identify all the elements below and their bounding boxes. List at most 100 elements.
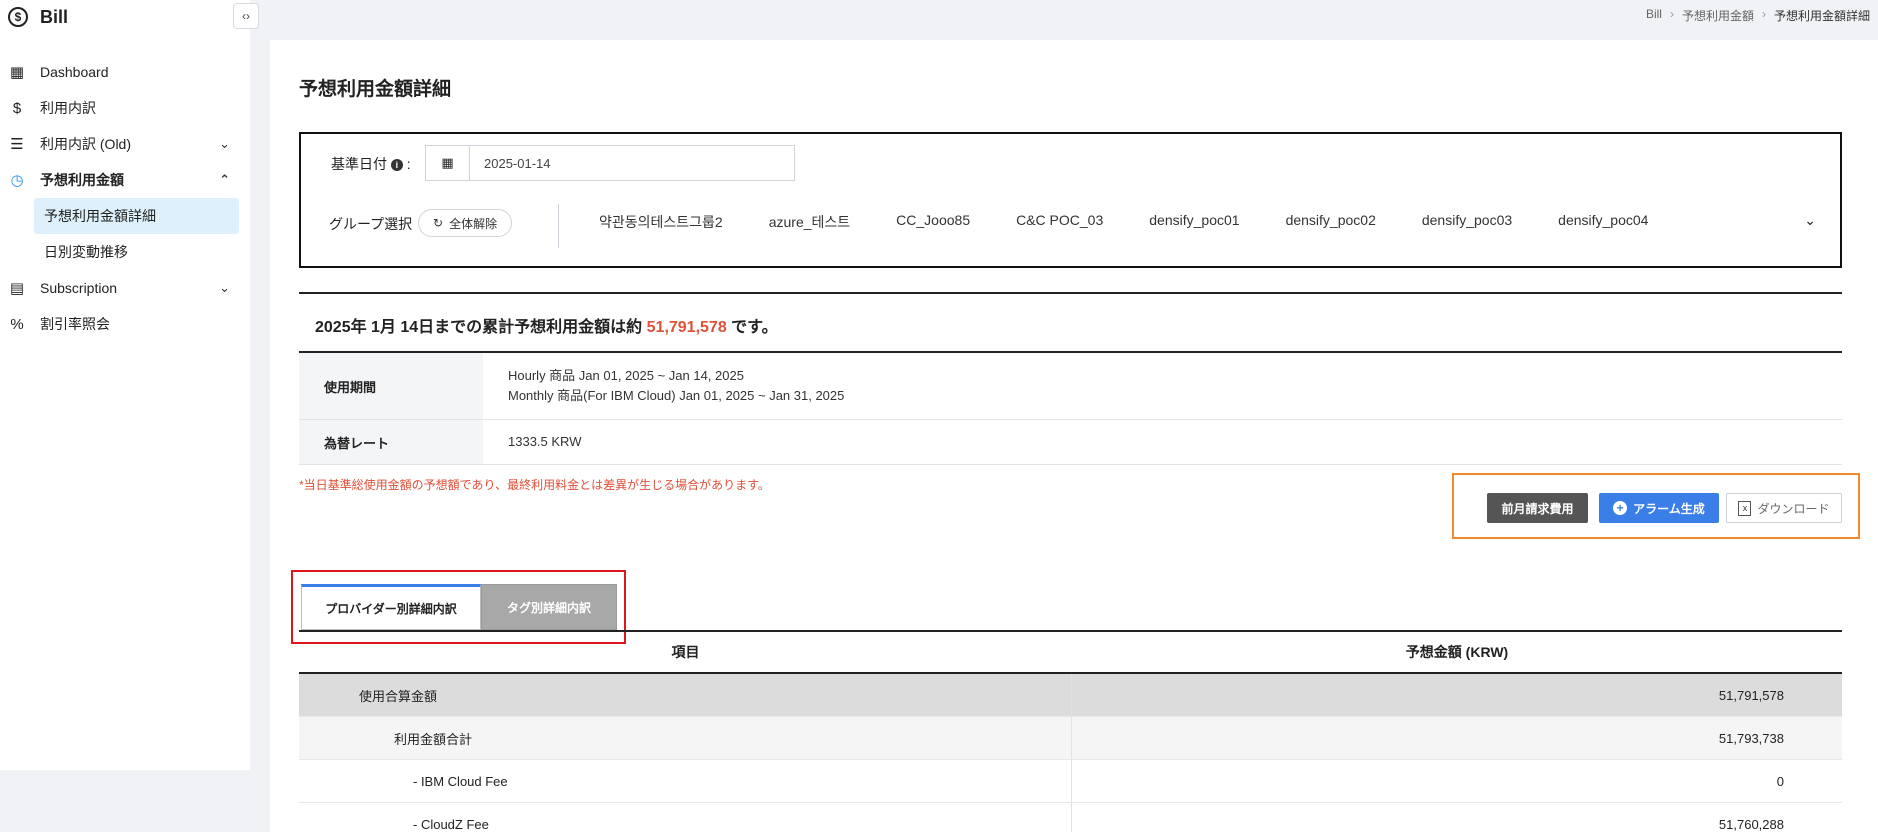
filter-panel: 基準日付 i : ▦ グループ選択 ↻ 全体解除 약관동의테스트그룹2 azur… [299,132,1842,268]
create-alarm-button[interactable]: + アラーム生成 [1599,493,1719,523]
group-chip[interactable]: 약관동의테스트그룹2 [599,212,723,232]
rate-label: 為替レート [299,420,483,464]
bill-logo-icon: $ [8,7,28,27]
tab-provider-detail[interactable]: プロバイダー別詳細内訳 [301,584,481,630]
info-row-period: 使用期間 Hourly 商品 Jan 01, 2025 ~ Jan 14, 20… [299,353,1842,420]
divider [299,292,1842,294]
row-item: - CloudZ Fee [299,803,1072,832]
info-row-rate: 為替レート 1333.5 KRW [299,420,1842,465]
main-panel: 予想利用金額詳細 基準日付 i : ▦ グループ選択 ↻ 全体解除 약관동의테스… [270,40,1878,832]
chevron-down-icon: ⌄ [219,280,230,295]
group-chip[interactable]: densify_poc04 [1558,212,1648,232]
plus-icon: + [1613,501,1628,515]
summary-suffix: です。 [726,319,778,336]
receipt-icon: ☰ [10,136,24,153]
row-item: 利用金額合計 [299,717,1072,759]
group-chip-list: 약관동의테스트그룹2 azure_테스트 CC_Jooo85 C&C POC_0… [599,212,1694,232]
calendar-icon[interactable]: ▦ [426,146,470,180]
sidebar-item-label: Subscription [40,280,118,296]
prev-month-cost-button[interactable]: 前月請求費用 [1487,493,1588,523]
brand[interactable]: $ Bill [0,0,68,34]
row-item: 使用合算金額 [299,674,1072,716]
period-values: Hourly 商品 Jan 01, 2025 ~ Jan 14, 2025 Mo… [483,353,1842,419]
clock-dollar-icon: ◷ [10,172,24,189]
sidebar-item-dashboard[interactable]: ▦ Dashboard [0,54,250,90]
period-label: 使用期間 [299,353,483,419]
date-label-colon: : [406,156,411,172]
date-label-text: 基準日付 [331,156,387,172]
summary-prefix: 2025年 1月 14日までの累計予想利用金額は約 [315,319,647,336]
breadcrumb-separator: › [1669,7,1674,21]
reset-all-label: 全体解除 [449,216,498,231]
sidebar-item-forecast[interactable]: ◷ 予想利用金額 ⌃ [0,162,250,198]
chevron-down-icon: ⌄ [219,136,230,151]
table-row: 使用合算金額 51,791,578 [299,674,1842,717]
forecast-table: 項目 予想金額 (KRW) 使用合算金額 51,791,578 利用金額合計 5… [299,630,1842,832]
sidebar-item-discount[interactable]: % 割引率照会 [0,306,250,342]
summary-text: 2025年 1月 14日までの累計予想利用金額は約 51,791,578 です。 [315,313,778,337]
create-alarm-label: アラーム生成 [1633,501,1705,516]
row-amount: 51,793,738 [1718,730,1784,746]
group-chip[interactable]: CC_Jooo85 [896,212,970,232]
page-title: 予想利用金額詳細 [299,79,452,100]
row-amount: 0 [1776,773,1784,789]
sidebar-item-usage[interactable]: $ 利用内訳 [0,90,250,126]
sidebar-item-label: Dashboard [40,64,109,80]
breadcrumb-item[interactable]: Bill [1646,7,1662,24]
percent-icon: % [10,315,24,333]
table-row: - CloudZ Fee 51,760,288 [299,803,1842,832]
sidebar-item-usage-old[interactable]: ☰ 利用内訳 (Old) ⌄ [0,126,250,162]
calendar-dollar-icon: ▤ [9,280,25,297]
dashboard-grid-icon: ▦ [9,64,25,81]
sidebar-item-label: 予想利用金額 [40,172,124,188]
breadcrumb-current: 予想利用金額詳細 [1773,9,1870,23]
download-label: ダウンロード [1757,501,1830,516]
group-chip[interactable]: densify_poc03 [1422,212,1512,232]
column-header-amount: 予想金額 (KRW) [1405,644,1509,660]
row-amount: 51,760,288 [1718,816,1784,832]
sidebar-subitem-daily-trend[interactable]: 日別変動推移 [34,234,239,270]
sidebar-collapse-button[interactable]: ‹› [233,3,259,29]
group-select-label: グループ選択 [329,216,413,232]
breadcrumb-item[interactable]: 予想利用金額 [1682,7,1754,24]
sidebar-item-label: 割引率照会 [40,316,110,332]
reset-all-button[interactable]: ↻ 全体解除 [418,209,513,237]
breadcrumb: Bill › 予想利用金額 › 予想利用金額詳細 [1646,7,1870,24]
download-button[interactable]: x ダウンロード [1726,493,1842,523]
sidebar-item-subscription[interactable]: ▤ Subscription ⌄ [0,270,250,306]
sidebar-item-label: 利用内訳 (Old) [40,136,131,152]
app-title: Bill [40,6,69,27]
date-picker[interactable]: ▦ [425,145,795,181]
divider [558,204,559,248]
sidebar: $ Bill ▦ Dashboard $ 利用内訳 ☰ 利用内訳 (Old) ⌄… [0,0,250,770]
dollar-document-icon: $ [12,99,22,117]
tab-tag-detail[interactable]: タグ別詳細内訳 [481,584,617,630]
date-input[interactable] [470,146,790,180]
row-item: - IBM Cloud Fee [299,760,1072,802]
rate-value: 1333.5 KRW [508,434,582,449]
table-row: - IBM Cloud Fee 0 [299,760,1842,803]
group-chip[interactable]: densify_poc01 [1149,212,1239,232]
group-chip[interactable]: densify_poc02 [1286,212,1376,232]
breadcrumb-separator: › [1761,7,1766,21]
table-header: 項目 予想金額 (KRW) [299,630,1842,674]
disclaimer-note: *当日基準総使用金額の予想額であり、最終利用料金とは差異が生じる場合があります。 [299,478,770,492]
chevron-down-icon[interactable]: ⌄ [1804,212,1816,229]
action-button-group: 前月請求費用 + アラーム生成 x ダウンロード [1452,473,1860,539]
refresh-icon: ↻ [433,216,444,230]
sidebar-nav: ▦ Dashboard $ 利用内訳 ☰ 利用内訳 (Old) ⌄ ◷ 予想利用… [0,54,250,342]
info-icon[interactable]: i [390,159,403,171]
group-chip[interactable]: azure_테스트 [769,212,850,232]
table-row: 利用金額合計 51,793,738 [299,717,1842,760]
sidebar-subitem-forecast-detail[interactable]: 予想利用金額詳細 [34,198,239,234]
summary-amount: 51,791,578 [646,319,727,336]
period-monthly: Monthly 商品(For IBM Cloud) Jan 01, 2025 ~… [508,388,845,403]
excel-icon: x [1738,500,1752,516]
date-label: 基準日付 i : [331,154,411,174]
group-chip[interactable]: C&C POC_03 [1016,212,1103,232]
sidebar-item-label: 利用内訳 [40,100,96,116]
column-header-item: 項目 [671,644,700,660]
info-table: 使用期間 Hourly 商品 Jan 01, 2025 ~ Jan 14, 20… [299,353,1842,465]
chevron-up-icon: ⌃ [219,172,230,187]
row-amount: 51,791,578 [1718,687,1784,703]
